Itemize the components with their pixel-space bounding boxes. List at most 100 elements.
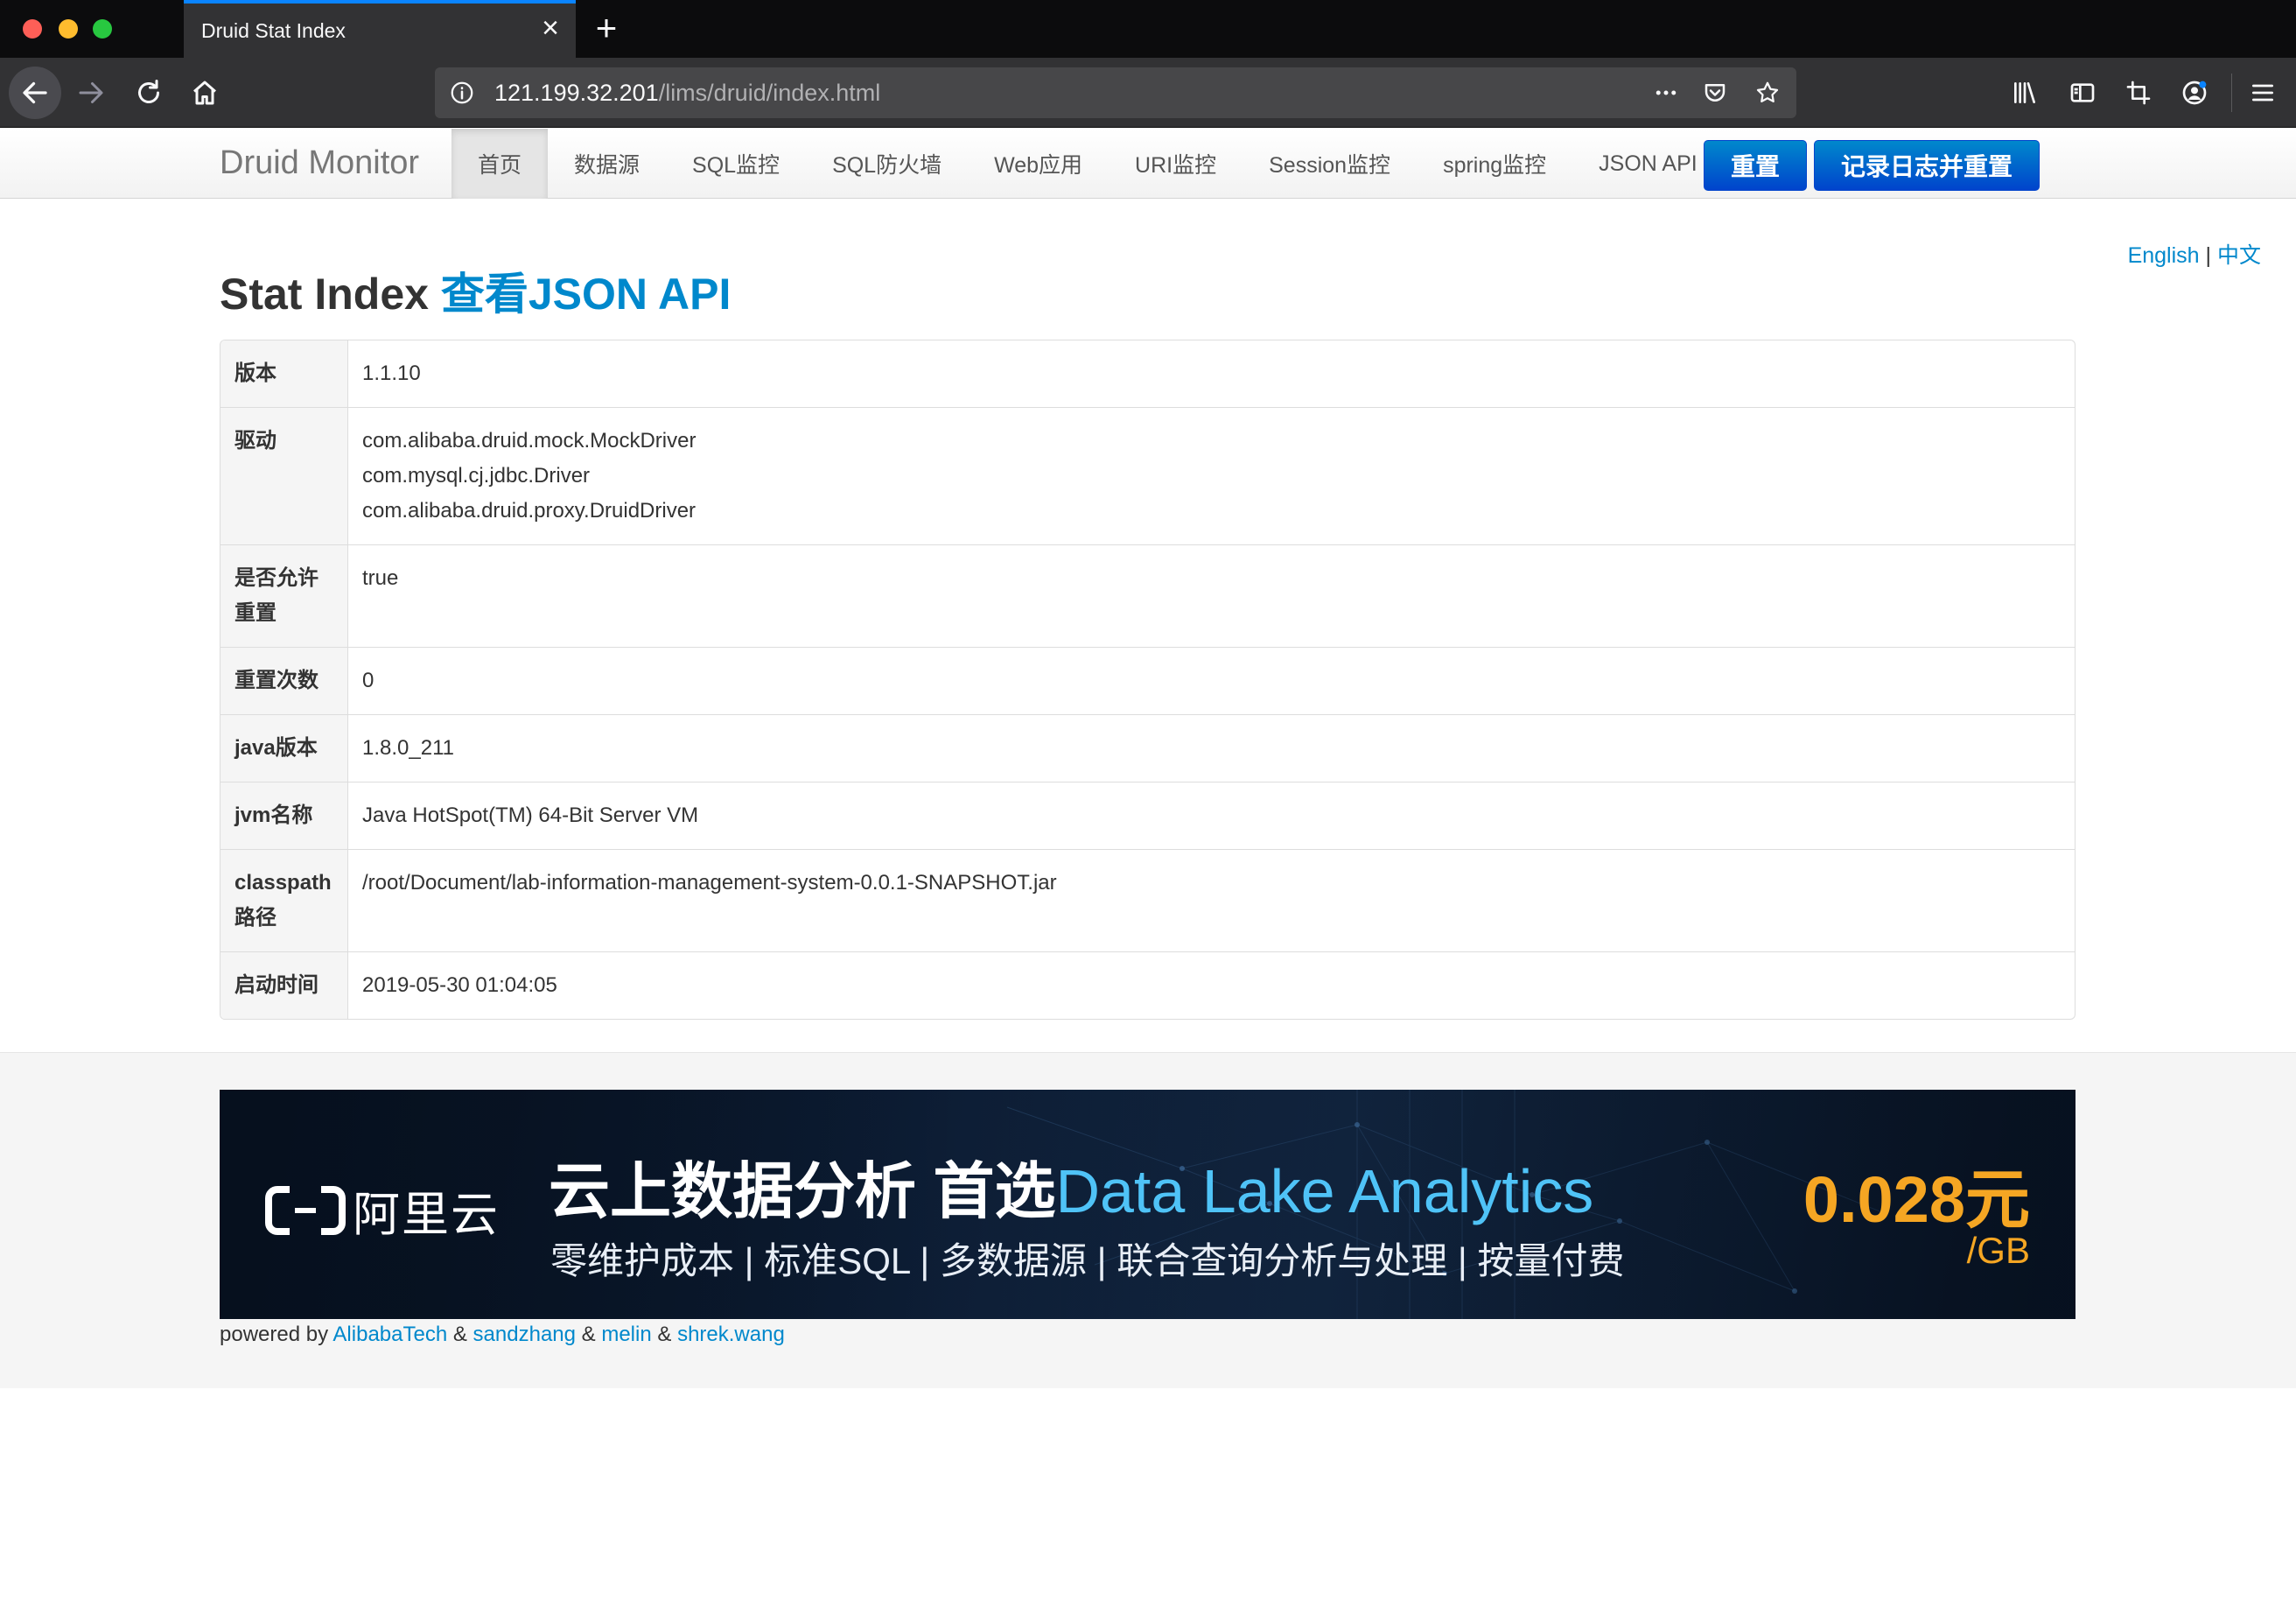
nav-item-datasource[interactable]: 数据源 bbox=[548, 129, 666, 199]
stat-key: 启动时间 bbox=[220, 951, 348, 1019]
stat-value: true bbox=[362, 566, 399, 590]
nav-item-sql-monitor[interactable]: SQL监控 bbox=[666, 129, 806, 199]
credit-link-alibabatech[interactable]: AlibabaTech bbox=[332, 1323, 447, 1346]
stat-key: 重置次数 bbox=[220, 647, 348, 714]
view-json-api-link[interactable]: 查看JSON API bbox=[441, 270, 732, 319]
tab-close-icon[interactable]: × bbox=[536, 13, 565, 43]
crop-icon bbox=[2126, 81, 2151, 105]
reset-button[interactable]: 重置 bbox=[1704, 140, 1808, 191]
arrow-right-icon bbox=[79, 82, 103, 103]
url-host: 121.199.32.201 bbox=[494, 80, 659, 106]
stat-table: 版本 1.1.10 驱动 com.alibaba.druid.mock.MockDri… bbox=[220, 340, 2076, 1020]
stat-value-cell: com.alibaba.druid.mock.MockDriver com.mys… bbox=[348, 407, 2075, 544]
more-horizontal-icon bbox=[1656, 90, 1676, 95]
back-button[interactable] bbox=[9, 67, 61, 119]
new-tab-icon[interactable]: + bbox=[588, 10, 625, 47]
sidebar-button[interactable] bbox=[2065, 75, 2100, 110]
info-icon[interactable] bbox=[449, 80, 475, 106]
url-text[interactable]: 121.199.32.201/lims/druid/index.html bbox=[494, 80, 880, 107]
sidebar-icon bbox=[2070, 83, 2095, 102]
banner-price-unit: /GB bbox=[1966, 1230, 2030, 1271]
credit-link-shrek-wang[interactable]: shrek.wang bbox=[677, 1323, 785, 1346]
stat-row: 是否允许重置 true bbox=[220, 544, 2075, 647]
toolbar-divider bbox=[2231, 74, 2232, 112]
nav-item-spring-monitor[interactable]: spring监控 bbox=[1417, 129, 1572, 199]
page-actions-button[interactable] bbox=[1651, 78, 1681, 108]
stat-value: 2019-05-30 01:04:05 bbox=[362, 973, 557, 997]
powered-by-line: powered by AlibabaTech & sandzhang & mel… bbox=[220, 1323, 785, 1347]
log-and-reset-button[interactable]: 记录日志并重置 bbox=[1814, 140, 2040, 191]
credit-link-melin[interactable]: melin bbox=[601, 1323, 651, 1346]
account-icon bbox=[2182, 81, 2207, 105]
banner-headline-highlight: Data Lake Analytics bbox=[1055, 1157, 1594, 1225]
nav-button-group: 重置 记录日志并重置 bbox=[1704, 140, 2040, 191]
stat-row: classpath路径/root/Document/lab-informatio… bbox=[220, 849, 2075, 951]
pocket-icon bbox=[1704, 84, 1726, 102]
stat-value: Java HotSpot(TM) 64-Bit Server VM bbox=[362, 804, 699, 827]
browser-tab[interactable]: Druid Stat Index × bbox=[184, 0, 576, 58]
nav-menu: 首页 数据源 SQL监控 SQL防火墙 Web应用 URI监控 Session监… bbox=[452, 129, 1724, 199]
aliyun-logo-icon bbox=[265, 1185, 346, 1235]
nav-item-json-api[interactable]: JSON API bbox=[1572, 129, 1724, 199]
home-icon bbox=[193, 81, 216, 105]
stat-value: com.mysql.cj.jdbc.Driver bbox=[362, 464, 591, 488]
nav-item-home[interactable]: 首页 bbox=[452, 129, 549, 199]
footer: 阿里云 云上数据分析 首选Data Lake Analytics 零维护成本 |… bbox=[0, 1052, 2296, 1388]
stat-value-cell: true bbox=[348, 544, 2075, 647]
browser-tab-bar: Druid Stat Index × + bbox=[0, 0, 2296, 58]
hamburger-menu-icon bbox=[2252, 84, 2273, 102]
menu-button[interactable] bbox=[2245, 75, 2280, 110]
banner-price: 0.028元 bbox=[1802, 1163, 2030, 1236]
window-zoom-icon[interactable] bbox=[93, 19, 112, 39]
stat-table-body: 版本 1.1.10 驱动 com.alibaba.druid.mock.MockDri… bbox=[220, 340, 2075, 1019]
stat-key: 版本 bbox=[220, 340, 348, 407]
banner-subline: 零维护成本 | 标准SQL | 多数据源 | 联合查询分析与处理 | 按量付费 bbox=[550, 1240, 1625, 1281]
pocket-button[interactable] bbox=[1700, 78, 1730, 108]
stat-key: 驱动 bbox=[220, 407, 348, 544]
credit-separator: & bbox=[581, 1323, 596, 1346]
reload-button[interactable] bbox=[122, 67, 175, 119]
stat-value: /root/Document/lab-information-managemen… bbox=[362, 871, 1057, 895]
stat-value-cell: 1.8.0_211 bbox=[348, 714, 2075, 782]
lang-chinese-link[interactable]: 中文 bbox=[2217, 243, 2261, 268]
stat-key: jvm名称 bbox=[220, 782, 348, 849]
banner-headline: 云上数据分析 首选Data Lake Analytics bbox=[549, 1142, 1593, 1231]
stat-key: classpath路径 bbox=[220, 849, 348, 951]
lang-english-link[interactable]: English bbox=[2128, 243, 2200, 268]
stat-row: java版本 1.8.0_211 bbox=[220, 714, 2075, 782]
library-button[interactable] bbox=[2007, 75, 2042, 110]
brand-title[interactable]: Druid Monitor bbox=[220, 144, 419, 182]
reload-icon bbox=[138, 80, 159, 103]
bookmark-button[interactable] bbox=[1753, 78, 1782, 108]
stat-value: com.alibaba.druid.proxy.DruidDriver bbox=[362, 499, 696, 523]
browser-toolbar: 121.199.32.201/lims/druid/index.html bbox=[0, 58, 2296, 128]
window-minimize-icon[interactable] bbox=[59, 19, 78, 39]
arrow-left-icon bbox=[23, 81, 47, 104]
stat-row: jvm名称 Java HotSpot(TM) 64-Bit Server VM bbox=[220, 782, 2075, 849]
screenshot-button[interactable] bbox=[2121, 75, 2156, 110]
account-button[interactable] bbox=[2177, 75, 2212, 110]
nav-item-uri-monitor[interactable]: URI监控 bbox=[1109, 129, 1242, 199]
banner-headline-main: 云上数据分析 首选 bbox=[549, 1157, 1056, 1225]
nav-item-web-app[interactable]: Web应用 bbox=[968, 129, 1109, 199]
window-close-icon[interactable] bbox=[23, 19, 42, 39]
address-bar[interactable]: 121.199.32.201/lims/druid/index.html bbox=[435, 67, 1796, 118]
stat-key: java版本 bbox=[220, 714, 348, 782]
credit-separator: & bbox=[657, 1323, 672, 1346]
stat-value-cell: Java HotSpot(TM) 64-Bit Server VM bbox=[348, 782, 2075, 849]
nav-item-sql-firewall[interactable]: SQL防火墙 bbox=[806, 129, 968, 199]
star-icon bbox=[1756, 81, 1779, 102]
promo-banner[interactable]: 阿里云 云上数据分析 首选Data Lake Analytics 零维护成本 |… bbox=[220, 1090, 2076, 1319]
url-path: /lims/druid/index.html bbox=[658, 80, 881, 106]
stat-row: 重置次数 0 bbox=[220, 647, 2075, 714]
home-button[interactable] bbox=[178, 67, 231, 119]
language-switch: English | 中文 bbox=[2128, 238, 2261, 270]
nav-item-session-monitor[interactable]: Session监控 bbox=[1242, 129, 1417, 199]
stat-row: 版本 1.1.10 bbox=[220, 340, 2075, 407]
forward-button[interactable] bbox=[65, 67, 117, 119]
stat-value-cell: /root/Document/lab-information-managemen… bbox=[348, 849, 2075, 951]
library-icon bbox=[2014, 82, 2035, 103]
credit-link-sandzhang[interactable]: sandzhang bbox=[473, 1323, 576, 1346]
stat-row: 启动时间 2019-05-30 01:04:05 bbox=[220, 951, 2075, 1019]
page-title-text: Stat Index bbox=[220, 270, 429, 319]
